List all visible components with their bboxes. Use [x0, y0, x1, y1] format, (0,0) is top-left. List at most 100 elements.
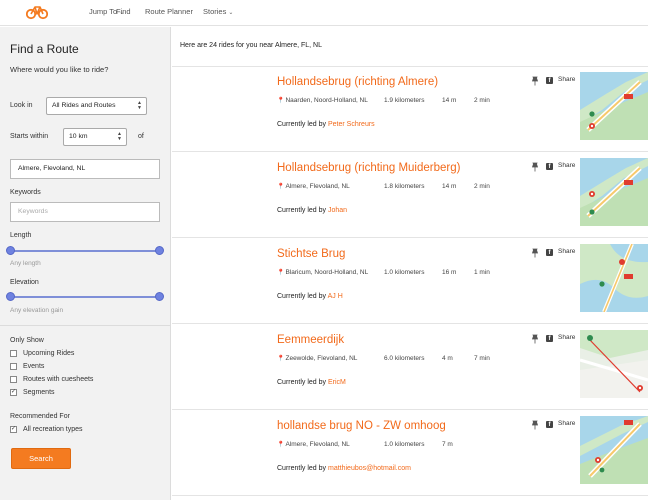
- pushpin-icon[interactable]: [530, 162, 540, 172]
- only-show-upcoming-rides[interactable]: Upcoming Rides: [10, 350, 74, 357]
- route-map-thumbnail[interactable]: [580, 72, 648, 140]
- nav-stories[interactable]: Stories ⌄: [203, 7, 233, 16]
- ride-elevation: 14 m: [442, 97, 457, 104]
- elevation-slider-min-handle[interactable]: [6, 292, 15, 301]
- route-map-thumbnail[interactable]: [580, 416, 648, 484]
- keywords-input[interactable]: Keywords: [10, 202, 160, 222]
- ride-list-item: Hollandsebrug (richting Almere) 📍Naarden…: [172, 66, 648, 152]
- ride-title-link[interactable]: Stichtse Brug: [277, 248, 345, 260]
- ride-location: Naarden, Noord-Holland, NL: [285, 97, 368, 104]
- ride-title-link[interactable]: Hollandsebrug (richting Muiderberg): [277, 162, 460, 174]
- location-value: Almere, Flevoland, NL: [18, 165, 86, 172]
- ride-leader-link[interactable]: AJ H: [328, 293, 343, 300]
- ride-title-link[interactable]: Eemmeerdijk: [277, 334, 344, 346]
- elevation-value: Any elevation gain: [10, 307, 64, 314]
- ride-leader-link[interactable]: matthieubos@hotmail.com: [328, 465, 411, 472]
- led-by-prefix: Currently led by: [277, 379, 327, 386]
- only-show-events[interactable]: Events: [10, 363, 44, 370]
- recommended-all-recreation-types[interactable]: ✓ All recreation types: [10, 426, 83, 433]
- ride-leader-link[interactable]: EricM: [328, 379, 346, 386]
- checkbox-checked[interactable]: ✓: [10, 426, 17, 433]
- top-navigation: Jump To ⌄ Find Route Planner Stories ⌄: [0, 0, 648, 26]
- ride-location: Blaricum, Noord-Holland, NL: [285, 269, 369, 276]
- ride-location: Almere, Flevoland, NL: [285, 183, 350, 190]
- route-map-thumbnail[interactable]: [580, 330, 648, 398]
- ride-leader-link[interactable]: Johan: [328, 207, 347, 214]
- ride-actions: f Share: [530, 420, 580, 432]
- length-slider-min-handle[interactable]: [6, 246, 15, 255]
- share-button[interactable]: Share: [558, 248, 575, 255]
- checkbox-label: Upcoming Rides: [23, 350, 75, 357]
- length-slider[interactable]: [6, 246, 164, 256]
- location-input[interactable]: Almere, Flevoland, NL: [10, 159, 160, 179]
- chevron-down-icon: ⌄: [228, 10, 234, 16]
- nav-stories-label: Stories: [203, 7, 227, 16]
- sidebar-divider: [0, 325, 171, 326]
- starts-within-value: 10 km: [69, 133, 88, 140]
- route-map-thumbnail[interactable]: [580, 244, 648, 312]
- ride-meta: 📍Blaricum, Noord-Holland, NL 1.0 kilomet…: [277, 269, 490, 276]
- pushpin-icon[interactable]: [530, 420, 540, 430]
- only-show-segments[interactable]: ✓ Segments: [10, 389, 55, 396]
- ride-meta: 📍Almere, Flevoland, NL 1.0 kilometers 7 …: [277, 441, 453, 448]
- length-value: Any length: [10, 260, 41, 267]
- facebook-icon[interactable]: f: [546, 249, 553, 256]
- ride-actions: f Share: [530, 248, 580, 260]
- nav-route-planner[interactable]: Route Planner: [145, 7, 193, 16]
- ride-meta: 📍Almere, Flevoland, NL 1.8 kilometers 14…: [277, 183, 490, 190]
- look-in-label: Look in: [10, 102, 33, 109]
- ride-time: 2 min: [474, 183, 490, 190]
- checkbox-label: Routes with cuesheets: [23, 376, 94, 383]
- ride-list-item: hollandse brug NO - ZW omhoog 📍Almere, F…: [172, 410, 648, 496]
- share-button[interactable]: Share: [558, 162, 575, 169]
- keywords-label: Keywords: [10, 189, 41, 196]
- elevation-slider[interactable]: [6, 292, 164, 302]
- look-in-select[interactable]: All Rides and Routes ▲ ▼: [46, 97, 147, 115]
- ride-elevation: 4 m: [442, 355, 453, 362]
- elevation-label: Elevation: [10, 279, 39, 286]
- pushpin-icon[interactable]: [530, 334, 540, 344]
- pushpin-icon[interactable]: [530, 248, 540, 258]
- route-map-thumbnail[interactable]: [580, 158, 648, 226]
- location-marker-icon: 📍: [277, 270, 285, 276]
- ride-time: 2 min: [474, 97, 490, 104]
- nav-find[interactable]: Find: [116, 7, 131, 16]
- only-show-routes-with-cuesheets[interactable]: Routes with cuesheets: [10, 376, 93, 383]
- ride-time: 1 min: [474, 269, 490, 276]
- pushpin-icon[interactable]: [530, 76, 540, 86]
- share-button[interactable]: Share: [558, 420, 575, 427]
- starts-within-select[interactable]: 10 km ▲ ▼: [63, 128, 127, 146]
- bicycle-icon[interactable]: [26, 4, 48, 20]
- ride-leader-line: Currently led by matthieubos@hotmail.com: [277, 465, 411, 472]
- ride-title-link[interactable]: Hollandsebrug (richting Almere): [277, 76, 438, 88]
- ride-list-item: Eemmeerdijk 📍Zeewolde, Flevoland, NL 6.0…: [172, 324, 648, 410]
- ride-title-link[interactable]: hollandse brug NO - ZW omhoog: [277, 420, 446, 432]
- ride-time: 7 min: [474, 355, 490, 362]
- led-by-prefix: Currently led by: [277, 207, 327, 214]
- facebook-icon[interactable]: f: [546, 163, 553, 170]
- facebook-icon[interactable]: f: [546, 421, 553, 428]
- share-button[interactable]: Share: [558, 76, 575, 83]
- ride-actions: f Share: [530, 162, 580, 174]
- search-button[interactable]: Search: [11, 448, 71, 469]
- select-arrows-icon: ▲ ▼: [137, 100, 142, 111]
- checkbox[interactable]: [10, 363, 17, 370]
- ride-leader-line: Currently led by Johan: [277, 207, 347, 214]
- checkbox[interactable]: [10, 376, 17, 383]
- share-button[interactable]: Share: [558, 334, 575, 341]
- facebook-icon[interactable]: f: [546, 335, 553, 342]
- keywords-placeholder: Keywords: [18, 208, 48, 215]
- checkbox[interactable]: [10, 350, 17, 357]
- led-by-prefix: Currently led by: [277, 465, 327, 472]
- only-show-label: Only Show: [10, 337, 44, 344]
- ride-leader-link[interactable]: Peter Schreurs: [328, 121, 375, 128]
- ride-leader-line: Currently led by AJ H: [277, 293, 343, 300]
- length-slider-max-handle[interactable]: [155, 246, 164, 255]
- checkbox-checked[interactable]: ✓: [10, 389, 17, 396]
- sidebar-title: Find a Route: [10, 42, 79, 56]
- look-in-value: All Rides and Routes: [52, 102, 116, 109]
- facebook-icon[interactable]: f: [546, 77, 553, 84]
- elevation-slider-max-handle[interactable]: [155, 292, 164, 301]
- results-summary: Here are 24 rides for you near Almere, F…: [180, 42, 323, 49]
- nav-jump-to-label: Jump To: [89, 7, 118, 16]
